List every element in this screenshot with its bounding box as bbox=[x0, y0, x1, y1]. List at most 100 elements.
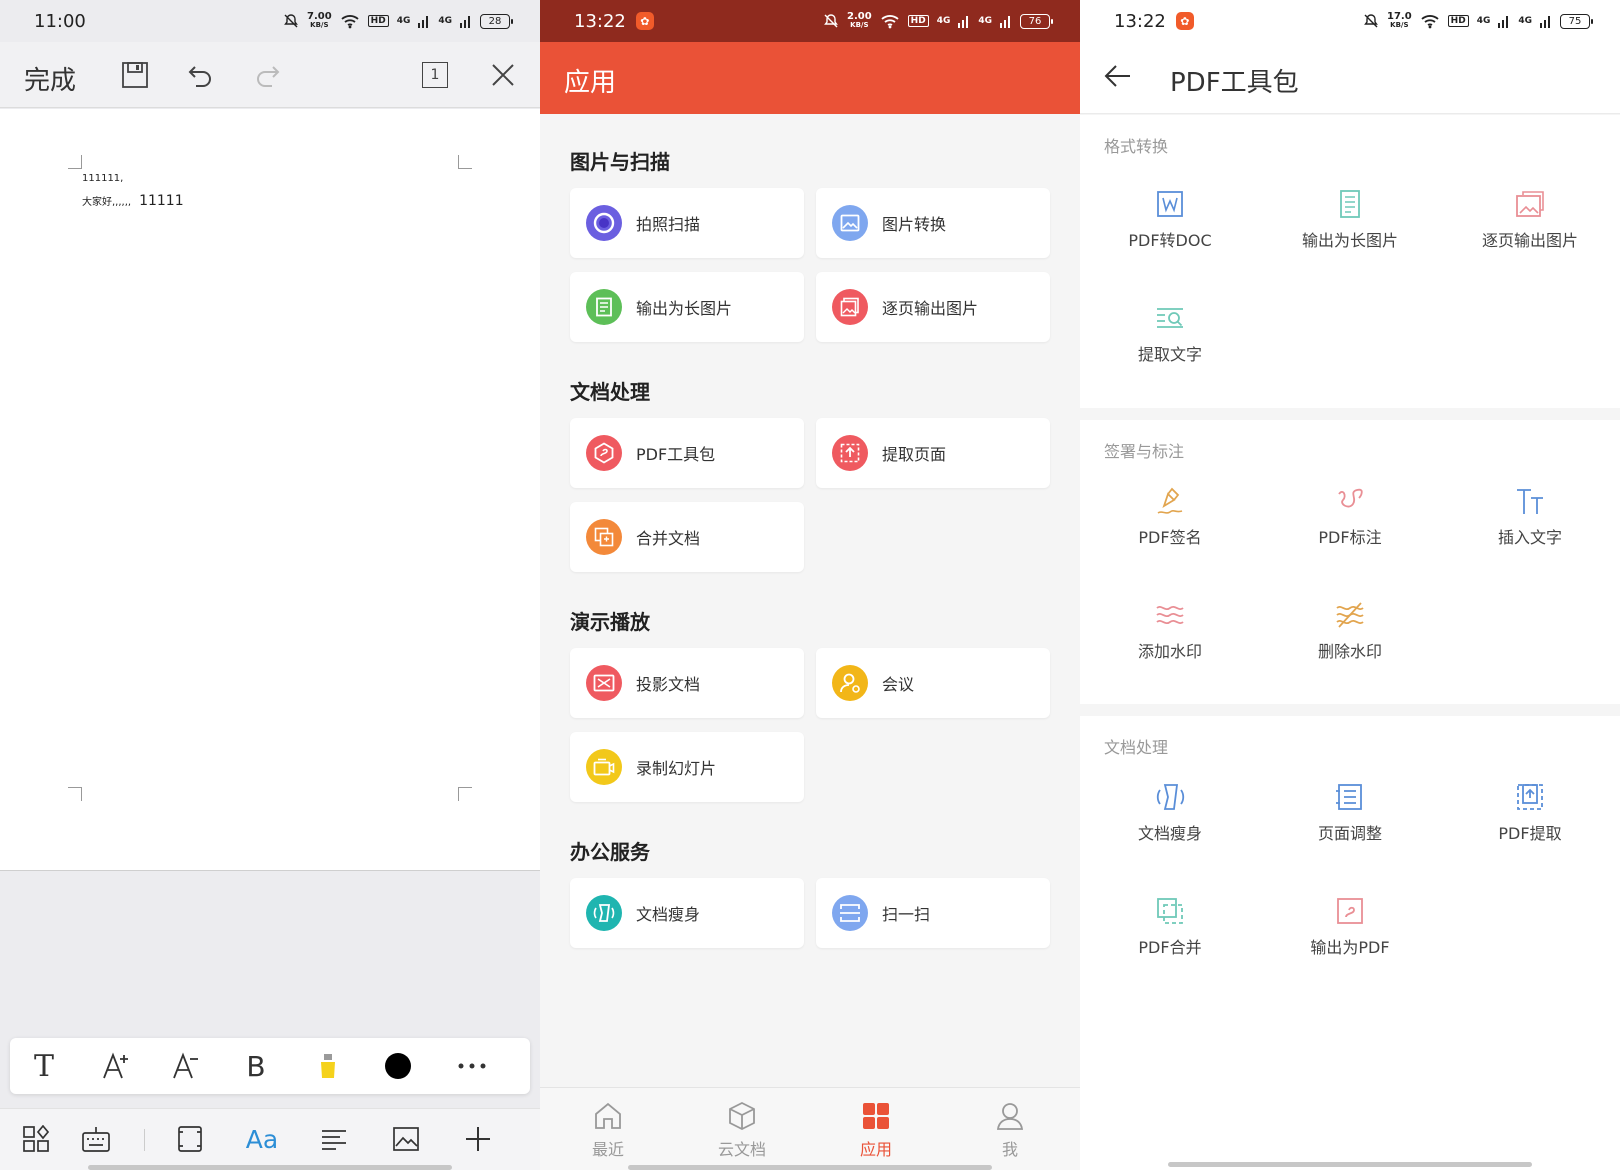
doc-text-line[interactable]: 大家好,,,,,, 11111 bbox=[82, 193, 184, 209]
insert-image-button[interactable] bbox=[388, 1121, 424, 1157]
paragraph-button[interactable] bbox=[316, 1121, 352, 1157]
save-button[interactable] bbox=[118, 58, 152, 92]
tab-recent[interactable]: 最近 bbox=[568, 1100, 648, 1160]
tool-page-adjust[interactable]: 页面调整 bbox=[1260, 782, 1440, 844]
card-image-convert[interactable]: 图片转换 bbox=[816, 188, 1050, 258]
section-title-convert: 格式转换 bbox=[1104, 137, 1169, 156]
redo-button[interactable] bbox=[250, 58, 284, 92]
home-icon bbox=[595, 1102, 621, 1129]
section-title-office: 办公服务 bbox=[570, 840, 650, 864]
home-indicator bbox=[88, 1165, 452, 1170]
tab-label: 最近 bbox=[591, 1140, 624, 1159]
keyboard-button[interactable] bbox=[78, 1121, 114, 1157]
card-slim-doc[interactable]: 文档瘦身 bbox=[570, 878, 804, 948]
section-title-images: 图片与扫描 bbox=[570, 150, 670, 174]
tool-pdf-sign[interactable]: PDF签名 bbox=[1080, 486, 1260, 548]
keyboard-icon bbox=[82, 1127, 110, 1152]
margin-corner bbox=[458, 155, 472, 169]
bold-button[interactable]: B bbox=[236, 1046, 276, 1086]
tool-pdf-to-doc[interactable]: PDF转DOC bbox=[1080, 189, 1260, 251]
apps-grid-button[interactable] bbox=[18, 1121, 54, 1157]
tool-label: PDF签名 bbox=[1138, 528, 1202, 547]
tab-cloud[interactable]: 云文档 bbox=[702, 1100, 782, 1160]
slim-doc-icon bbox=[1156, 784, 1185, 810]
tab-me[interactable]: 我 bbox=[970, 1100, 1050, 1160]
apps-grid-icon bbox=[863, 1103, 889, 1129]
card-page-image[interactable]: 逐页输出图片 bbox=[816, 272, 1050, 342]
card-meeting[interactable]: 会议 bbox=[816, 648, 1050, 718]
apps-screen: 13:22 ✿ 2.00 KB/S HD 4G 4G 76 应用 图片与扫描 拍照… bbox=[540, 0, 1080, 1170]
page-image-icon bbox=[1516, 191, 1544, 217]
signal-4g-2: 4G bbox=[438, 16, 452, 26]
tool-page-image[interactable]: 逐页输出图片 bbox=[1440, 189, 1620, 251]
text-style-glyph: T bbox=[33, 1048, 54, 1084]
tool-remove-watermark[interactable]: 删除水印 bbox=[1260, 600, 1440, 662]
highlight-button[interactable] bbox=[308, 1046, 348, 1086]
card-project-doc[interactable]: 投影文档 bbox=[570, 648, 804, 718]
card-label: 逐页输出图片 bbox=[882, 299, 979, 318]
margin-corner bbox=[68, 155, 82, 169]
tool-extract-text[interactable]: 提取文字 bbox=[1080, 303, 1260, 365]
font-increase-button[interactable] bbox=[96, 1046, 136, 1086]
hd-badge: HD bbox=[1447, 15, 1469, 27]
more-button[interactable] bbox=[452, 1046, 492, 1086]
font-decrease-button[interactable] bbox=[166, 1046, 206, 1086]
card-scan-qr[interactable]: 扫一扫 bbox=[816, 878, 1050, 948]
bottom-tool-bar: Aa bbox=[0, 1108, 540, 1170]
pdf-kit-screen: 13:22 ✿ 17.0 KB/S HD 4G 4G 75 PDF工具包 格式转换… bbox=[1080, 0, 1620, 1170]
tool-pdf-merge[interactable]: PDF合并 bbox=[1080, 896, 1260, 958]
battery-indicator: 28 bbox=[480, 13, 513, 29]
tool-export-pdf[interactable]: 输出为PDF bbox=[1260, 896, 1440, 958]
back-button[interactable] bbox=[1104, 62, 1132, 90]
page-title: PDF工具包 bbox=[1170, 68, 1299, 98]
status-speed-unit: KB/S bbox=[850, 21, 869, 29]
undo-button[interactable] bbox=[184, 58, 218, 92]
tool-pdf-extract[interactable]: PDF提取 bbox=[1440, 782, 1620, 844]
section-convert: 格式转换 PDF转DOC 输出为长图片 逐页输出图片 提取文字 bbox=[1080, 115, 1620, 408]
card-scan[interactable]: 拍照扫描 bbox=[570, 188, 804, 258]
text-style-button[interactable]: T bbox=[24, 1046, 64, 1086]
apps-grid-icon bbox=[23, 1125, 50, 1152]
color-swatch bbox=[385, 1053, 411, 1079]
editor-toolbar: 完成 1 bbox=[0, 42, 540, 108]
insert-button[interactable] bbox=[460, 1121, 496, 1157]
doc-text-line[interactable]: 111111, bbox=[82, 173, 123, 184]
card-label: 图片转换 bbox=[882, 215, 947, 234]
text-color-button[interactable] bbox=[378, 1046, 418, 1086]
font-format-button[interactable]: Aa bbox=[244, 1121, 280, 1157]
tool-insert-text[interactable]: 插入文字 bbox=[1440, 486, 1620, 548]
document-page[interactable]: 111111, 大家好,,,,,, 11111 bbox=[0, 109, 540, 871]
watermark-icon bbox=[1156, 605, 1184, 625]
status-speed-unit: KB/S bbox=[310, 21, 329, 29]
card-extract-page[interactable]: 提取页面 bbox=[816, 418, 1050, 488]
tool-label: 提取文字 bbox=[1137, 345, 1202, 364]
tool-label: 文档瘦身 bbox=[1137, 824, 1202, 843]
slim-doc-icon bbox=[586, 895, 622, 931]
tool-label: 输出为PDF bbox=[1310, 938, 1390, 957]
tool-label: PDF提取 bbox=[1498, 824, 1562, 843]
card-merge-doc[interactable]: 合并文档 bbox=[570, 502, 804, 572]
tool-pdf-annotate[interactable]: PDF标注 bbox=[1260, 486, 1440, 548]
tool-long-image[interactable]: 输出为长图片 bbox=[1260, 189, 1440, 251]
page-count-button[interactable]: 1 bbox=[418, 58, 452, 92]
merge-icon bbox=[1157, 898, 1183, 924]
status-bar: 13:22 ✿ 2.00 KB/S HD 4G 4G 76 bbox=[540, 0, 1080, 42]
fit-page-button[interactable] bbox=[172, 1121, 208, 1157]
tool-slim-doc[interactable]: 文档瘦身 bbox=[1080, 782, 1260, 844]
card-pdf-kit[interactable]: PDF工具包 bbox=[570, 418, 804, 488]
tool-add-watermark[interactable]: 添加水印 bbox=[1080, 600, 1260, 662]
status-time: 13:22 bbox=[574, 10, 626, 32]
card-record-slides[interactable]: 录制幻灯片 bbox=[570, 732, 804, 802]
mute-bell-icon bbox=[284, 14, 298, 28]
battery-indicator: 76 bbox=[1020, 13, 1053, 29]
close-button[interactable] bbox=[486, 58, 520, 92]
tool-label: 输出为长图片 bbox=[1301, 231, 1398, 250]
card-label: 录制幻灯片 bbox=[636, 759, 717, 778]
toolbar-divider bbox=[144, 1129, 145, 1151]
doc-text-small: 大家好,,,,,, bbox=[82, 197, 132, 208]
done-button[interactable]: 完成 bbox=[24, 60, 76, 97]
tab-apps[interactable]: 应用 bbox=[836, 1100, 916, 1160]
card-long-image[interactable]: 输出为长图片 bbox=[570, 272, 804, 342]
font-format-glyph: Aa bbox=[245, 1124, 279, 1154]
signal-4g-1: 4G bbox=[396, 16, 411, 26]
